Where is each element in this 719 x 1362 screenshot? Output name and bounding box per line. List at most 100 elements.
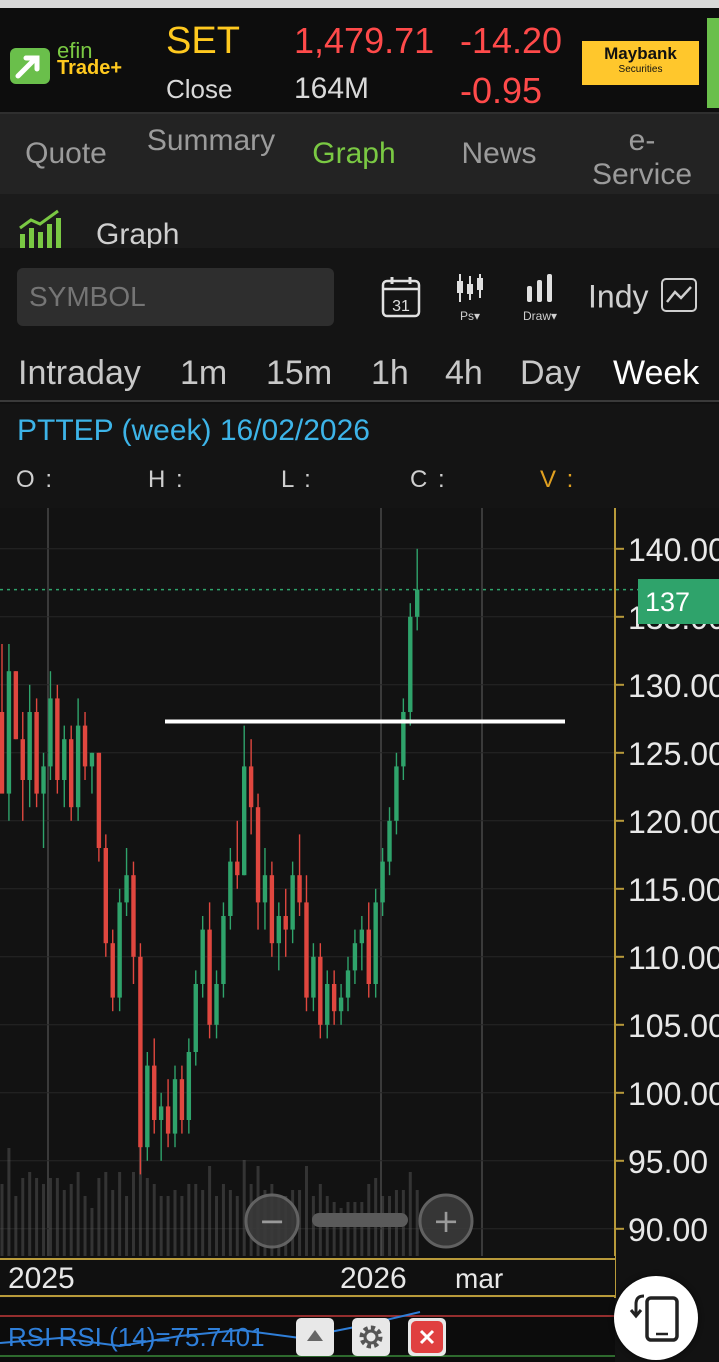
timeframe-week[interactable]: Week [613, 354, 699, 393]
tab-summary[interactable]: Summary [146, 114, 276, 194]
candle-body [200, 929, 205, 984]
candle-body [0, 712, 5, 794]
candle-body [248, 766, 254, 808]
volume-bar [304, 1166, 308, 1256]
tab-graph[interactable]: Graph [290, 114, 418, 194]
rsi-settings-button[interactable] [352, 1318, 390, 1356]
tab-news[interactable]: News [438, 114, 560, 194]
rsi-label: RSI RSI (14)=75.7401 [8, 1322, 265, 1352]
maybank-logo: Maybank Securities [582, 41, 699, 85]
y-tick-label: 95.00 [628, 1144, 708, 1180]
open-label: O : [16, 466, 55, 493]
index-status: Close [166, 74, 233, 104]
volume-bar [346, 1202, 350, 1256]
maybank-name: Maybank [604, 44, 677, 63]
candle-body [27, 712, 32, 780]
y-tick-label: 115.00 [628, 872, 719, 908]
volume-bar [353, 1202, 357, 1256]
volume-bar [62, 1190, 66, 1256]
candle-body [415, 589, 420, 617]
candle-body [221, 916, 226, 984]
rotate-screen-button[interactable] [614, 1276, 698, 1360]
candle-body [331, 984, 337, 1012]
chart-title: PTTEP (week) 16/02/2026 [17, 414, 370, 447]
volume-bar [242, 1160, 246, 1256]
volume-bar [118, 1172, 122, 1256]
candle-body [373, 902, 378, 984]
close-label: C : [410, 466, 447, 493]
trend-line-icon [661, 278, 698, 320]
candle-body [262, 875, 268, 903]
candle-body [172, 1079, 178, 1134]
draw-button[interactable]: Draw▾ [516, 272, 564, 323]
tab-quote[interactable]: Quote [0, 114, 132, 194]
timeframe-intraday[interactable]: Intraday [18, 354, 141, 393]
candle-body [255, 807, 261, 903]
index-name[interactable]: SET [166, 20, 240, 63]
candle-body [387, 820, 392, 862]
chart-toolbar: 31 Ps▾ Draw▾ Indy [0, 248, 719, 348]
calendar-icon[interactable]: 31 [381, 276, 421, 323]
candle-body [55, 698, 60, 780]
arrow-up-icon [305, 1327, 325, 1352]
last-price-label: 137 [645, 587, 690, 617]
candle-body [269, 875, 275, 944]
symbol-input[interactable] [17, 268, 334, 326]
candle-body [228, 861, 233, 916]
volume-bar [208, 1166, 212, 1256]
efin-logo-icon [10, 48, 50, 84]
candle-body [13, 671, 19, 740]
volume-bar [111, 1190, 115, 1256]
volume-bar [104, 1172, 108, 1256]
timeframe-1m[interactable]: 1m [180, 354, 227, 393]
index-value: 1,479.71 [294, 20, 435, 61]
zoom-in-button[interactable]: + [418, 1193, 474, 1249]
volume-bar [152, 1184, 156, 1256]
x-label-2026: 2026 [340, 1262, 407, 1295]
x-label-mar: mar [455, 1263, 503, 1294]
candle-body [41, 766, 46, 794]
candle-body [165, 1106, 171, 1134]
volume-bar [55, 1178, 59, 1256]
candle-body [34, 712, 39, 794]
calendar-day: 31 [392, 298, 410, 315]
volume-bar [159, 1196, 163, 1256]
volume-bar [194, 1184, 198, 1256]
indicator-button[interactable]: Indy [588, 278, 698, 320]
zoom-out-button[interactable]: − [244, 1193, 300, 1249]
y-tick-label: 90.00 [628, 1212, 708, 1248]
volume-bar [332, 1202, 336, 1256]
y-tick-label: 105.00 [628, 1008, 719, 1044]
candle-body [338, 997, 344, 1012]
timeframe-4h[interactable]: 4h [445, 354, 483, 393]
candle-body [69, 739, 74, 808]
rsi-move-up-button[interactable] [296, 1318, 334, 1356]
timeframe-1h[interactable]: 1h [371, 354, 409, 393]
volume-bar [221, 1184, 225, 1256]
tab-e-service[interactable]: e-Service [580, 114, 704, 194]
volume-bar [7, 1148, 11, 1256]
volume-bar [415, 1190, 419, 1256]
price-style-button[interactable]: Ps▾ [452, 272, 488, 323]
candle-body [48, 698, 53, 767]
price-chart[interactable]: 140.00135.00130.00125.00120.00115.00110.… [0, 508, 719, 1362]
volume-bar [125, 1196, 129, 1256]
candle-body [20, 739, 25, 780]
volume-bar [90, 1208, 94, 1256]
volume-bar [173, 1190, 177, 1256]
y-tick-label: 140.00 [628, 532, 719, 568]
candle-body [131, 875, 136, 957]
timeframe-15m[interactable]: 15m [266, 354, 332, 393]
candlestick-icon [457, 274, 483, 302]
candle-body [394, 766, 399, 821]
x-label-2025: 2025 [8, 1262, 75, 1295]
zoom-slider[interactable] [312, 1213, 408, 1227]
volume-bar [21, 1178, 25, 1256]
volume-bar [76, 1172, 80, 1256]
gear-icon [357, 1325, 385, 1356]
timeframe-day[interactable]: Day [520, 354, 580, 393]
volume-bar [0, 1184, 4, 1256]
y-tick-label: 100.00 [628, 1076, 719, 1112]
candle-body [297, 875, 302, 903]
rsi-remove-button[interactable] [408, 1318, 446, 1356]
